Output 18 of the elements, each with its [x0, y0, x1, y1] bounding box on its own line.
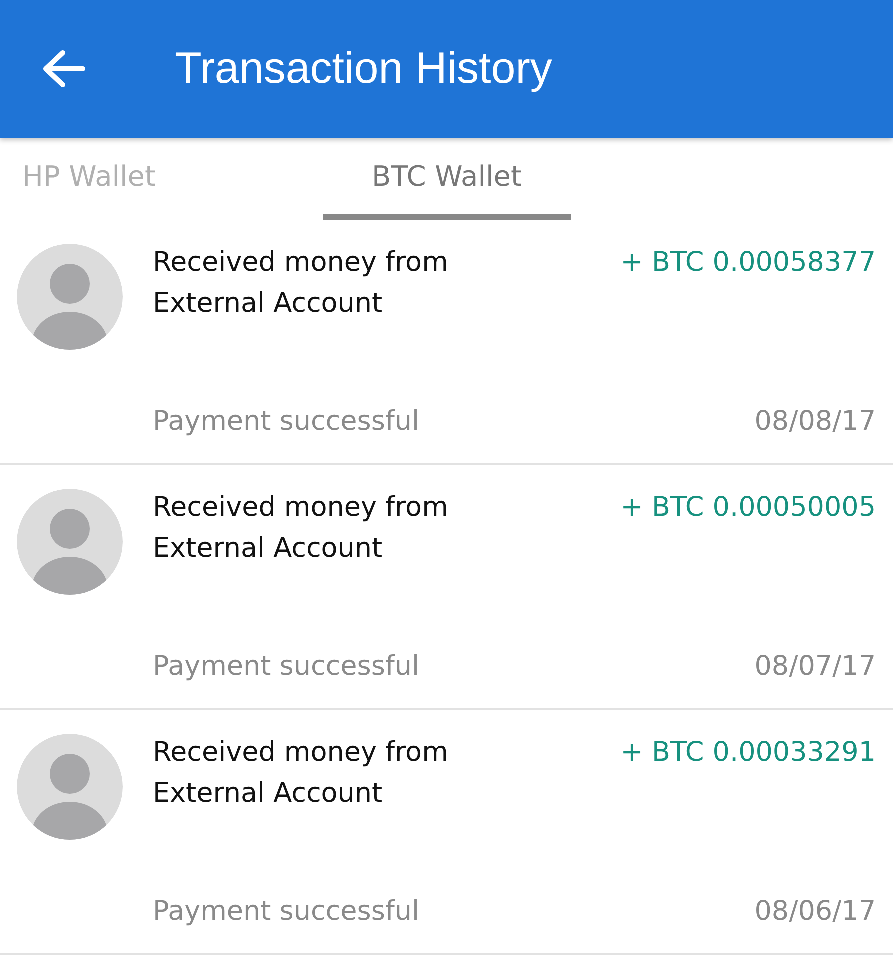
avatar-icon — [17, 489, 123, 595]
avatar-icon — [17, 244, 123, 350]
transaction-amount: + BTC 0.00050005 — [620, 491, 876, 525]
transaction-title: Received money from External Account — [153, 246, 450, 321]
screen-title: Transaction History — [175, 44, 552, 94]
transaction-date: 08/08/17 — [754, 406, 876, 437]
wallet-tab[interactable]: BTC Wallet — [323, 138, 571, 220]
transaction-date: 08/06/17 — [754, 896, 876, 927]
transaction-status: Payment successful — [153, 406, 420, 437]
transaction-date: 08/07/17 — [754, 651, 876, 682]
transaction-amount: + BTC 0.00058377 — [620, 246, 876, 280]
transaction-status: Payment successful — [153, 651, 420, 682]
transaction-amount: + BTC 0.00033291 — [620, 736, 876, 770]
transaction-title: Received money from External Account — [153, 491, 450, 566]
transaction-title: Received money from External Account — [153, 736, 450, 811]
avatar-icon — [17, 734, 123, 840]
transaction-status: Payment successful — [153, 896, 420, 927]
back-arrow-icon[interactable] — [41, 49, 85, 89]
